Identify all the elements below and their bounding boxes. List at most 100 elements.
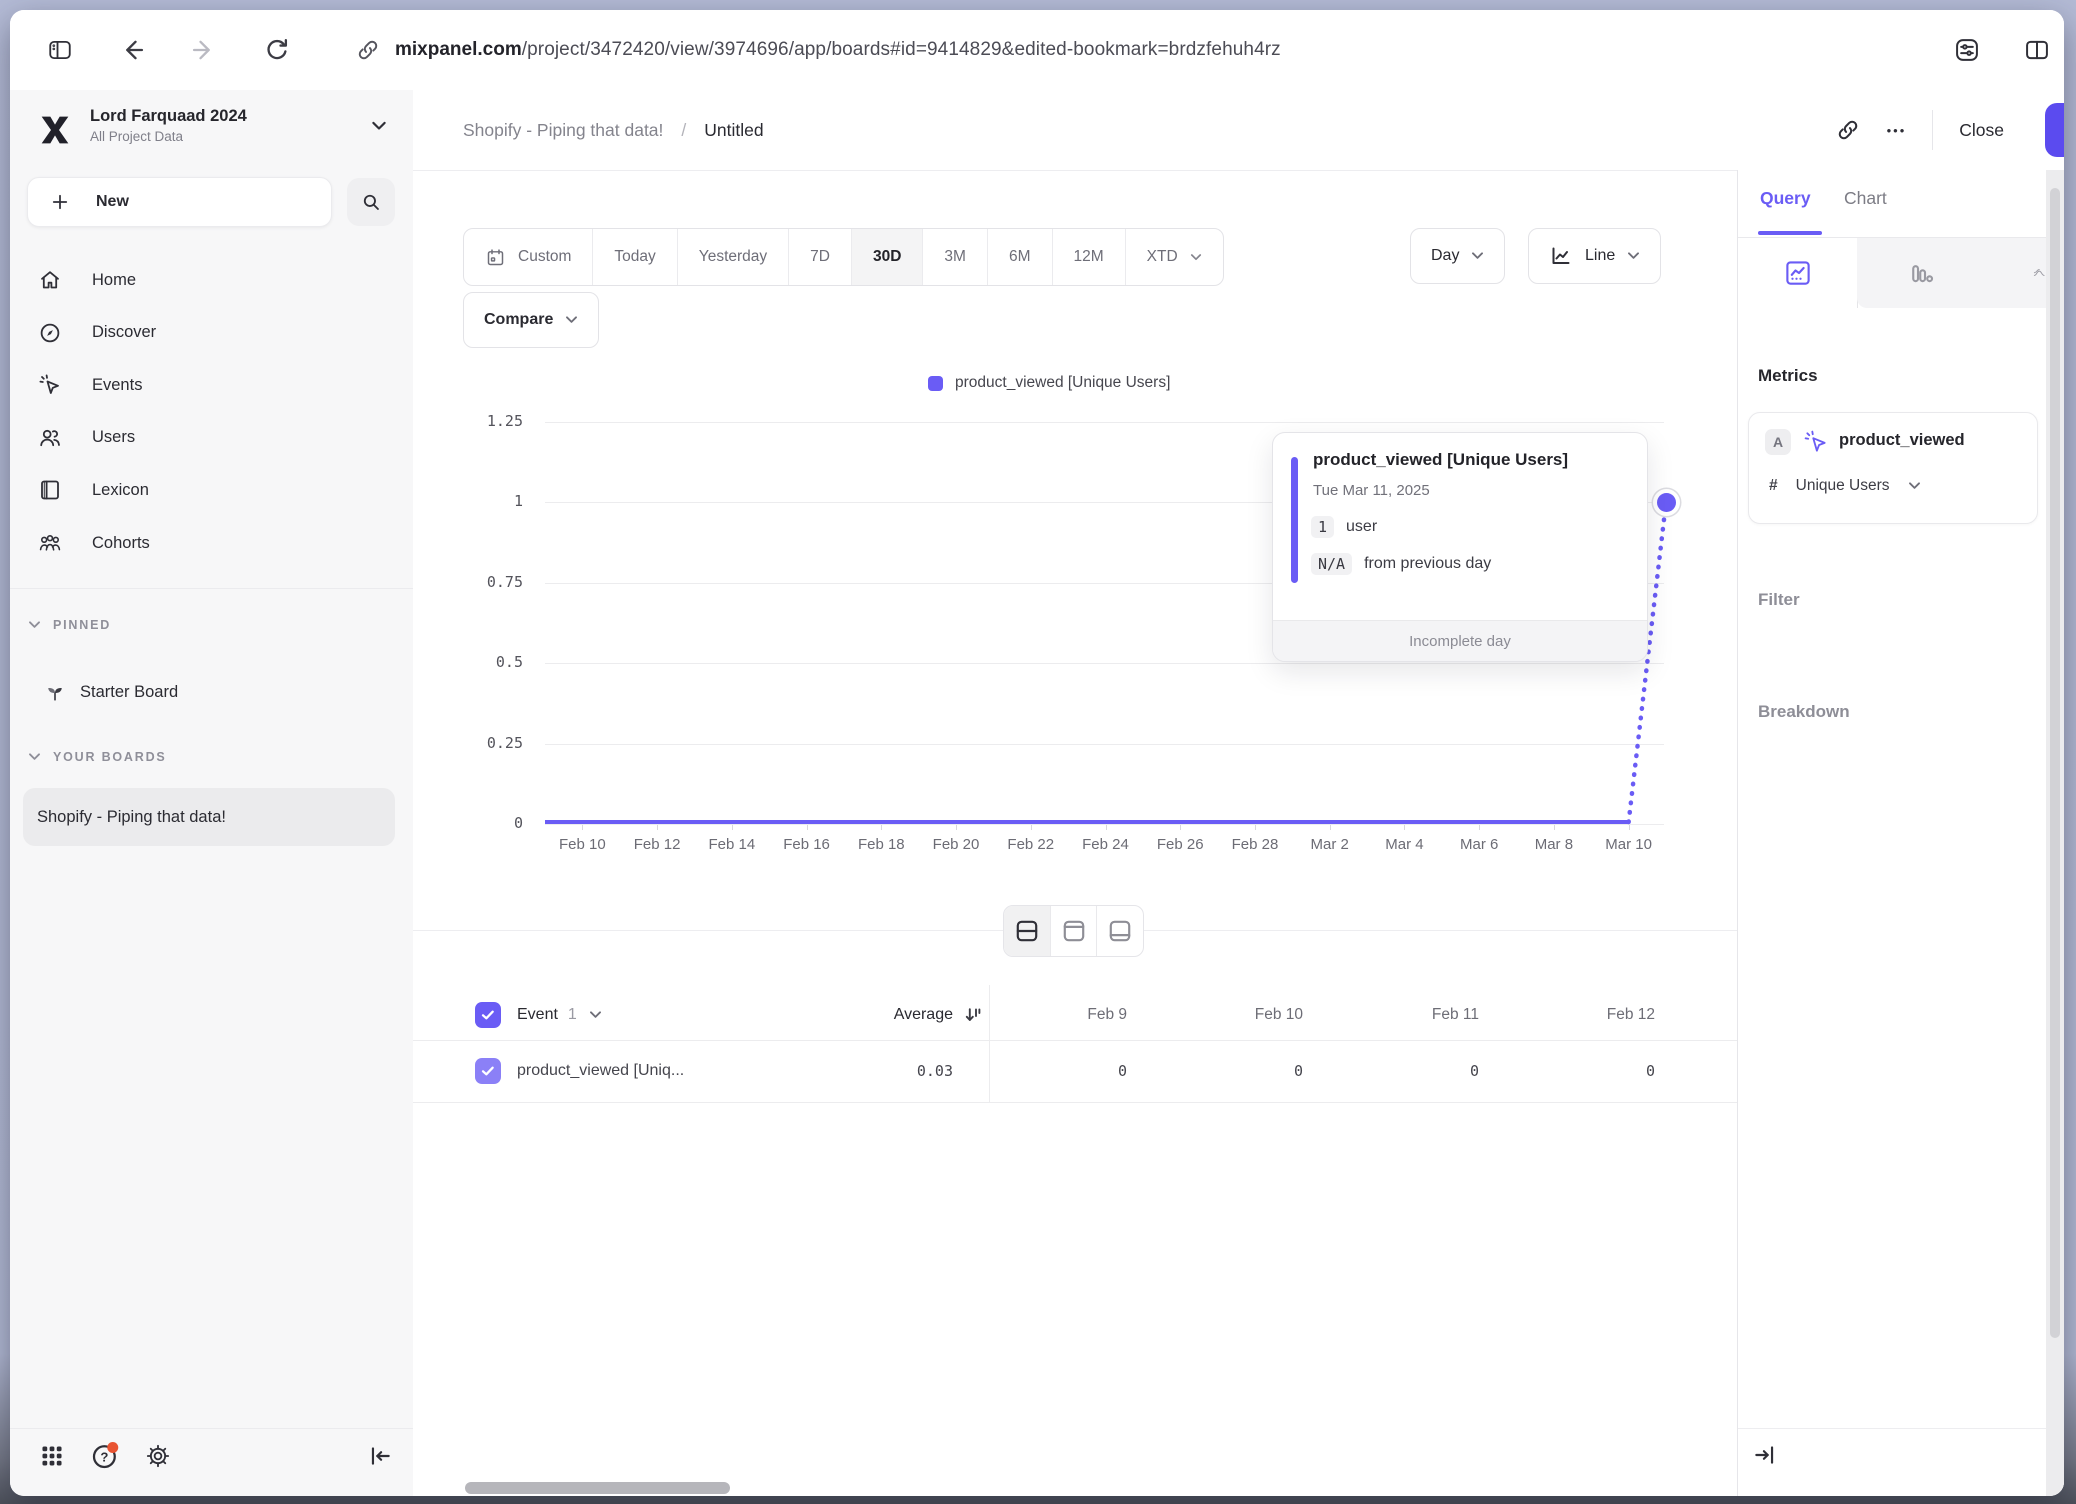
close-button[interactable]: Close	[1959, 120, 2004, 141]
vertical-scrollbar-thumb[interactable]	[2050, 188, 2060, 1338]
granularity-dropdown[interactable]: Day	[1410, 228, 1505, 284]
table-column-header[interactable]: Feb 9	[989, 990, 1165, 1040]
compare-dropdown[interactable]: Compare	[463, 292, 599, 348]
metric-event-name[interactable]: product_viewed	[1839, 431, 1965, 450]
breadcrumb-page[interactable]: Untitled	[704, 120, 763, 141]
workspace-chevron-down-icon[interactable]	[370, 120, 388, 132]
range-custom[interactable]: Custom	[464, 229, 593, 285]
select-all-checkbox[interactable]	[475, 1002, 501, 1028]
sidebar-item-cohorts[interactable]: Cohorts	[20, 518, 403, 568]
tab-chart[interactable]: Chart	[1844, 188, 1887, 209]
your-boards-section-header[interactable]: YOUR BOARDS	[28, 750, 167, 764]
sidebar-item-shopify-board[interactable]: Shopify - Piping that data!	[23, 788, 395, 846]
breadcrumb-board[interactable]: Shopify - Piping that data!	[463, 120, 663, 141]
reload-icon[interactable]	[255, 28, 299, 72]
split-view-icon[interactable]	[2015, 28, 2059, 72]
range-7d[interactable]: 7D	[789, 229, 852, 285]
mixpanel-logo-icon[interactable]	[35, 110, 75, 150]
range-6m[interactable]: 6M	[988, 229, 1053, 285]
chart-legend[interactable]: product_viewed [Unique Users]	[928, 374, 1170, 392]
aggregation-selector[interactable]: # Unique Users	[1769, 477, 1921, 495]
back-icon[interactable]	[110, 28, 154, 72]
range-yesterday[interactable]: Yesterday	[678, 229, 789, 285]
table-cell-value: 0	[1165, 1040, 1341, 1102]
table-row[interactable]: product_viewed [Uniq...	[475, 1040, 684, 1102]
x-axis-tick	[1479, 825, 1480, 830]
range-30d[interactable]: 30D	[852, 229, 923, 285]
breakdown-section-label[interactable]: Breakdown	[1758, 702, 1850, 722]
tooltip-delta: N/A	[1311, 553, 1352, 575]
sidebar-item-discover[interactable]: Discover	[20, 308, 403, 358]
save-button[interactable]	[2045, 103, 2064, 157]
link-icon	[355, 37, 381, 63]
chart-gridline	[545, 744, 1664, 745]
tooltip-delta-row: N/Afrom previous day	[1311, 553, 1491, 575]
tooltip-footer: Incomplete day	[1273, 620, 1647, 661]
more-menu-icon[interactable]: •••	[1887, 123, 1907, 138]
sidebar-item-users[interactable]: Users	[20, 413, 403, 463]
chart-gridline	[545, 663, 1664, 664]
report-type-insights-tab[interactable]	[1738, 238, 1858, 308]
metric-card[interactable]: A product_viewed # Unique Users	[1748, 412, 2038, 524]
forward-icon[interactable]	[182, 28, 226, 72]
range-3m[interactable]: 3M	[923, 229, 988, 285]
report-type-flows-tab[interactable]	[1987, 238, 2046, 308]
sidebar-item-lexicon[interactable]: Lexicon	[20, 465, 403, 515]
view-toggle-split-view[interactable]	[1004, 906, 1051, 956]
x-axis-tick	[582, 825, 583, 830]
sidebar-item-events[interactable]: Events	[20, 360, 403, 410]
gear-icon[interactable]	[140, 1438, 176, 1474]
report-type-funnels-tab[interactable]	[1857, 238, 1988, 308]
sort-descending-icon[interactable]	[961, 1003, 985, 1027]
data-point-mar-11[interactable]	[1657, 493, 1676, 512]
view-toggle-table-top[interactable]	[1051, 906, 1098, 956]
sidebar-item-home[interactable]: Home	[20, 255, 403, 305]
svg-text:?: ?	[100, 1449, 108, 1464]
collapse-sidebar-icon[interactable]	[362, 1438, 398, 1474]
vertical-scrollbar[interactable]	[2046, 170, 2064, 1496]
average-column-header[interactable]: Average	[813, 990, 953, 1040]
app-grid-icon[interactable]	[34, 1438, 70, 1474]
x-axis-tick	[1554, 825, 1555, 830]
range-label: Today	[614, 248, 655, 266]
range-12m[interactable]: 12M	[1053, 229, 1126, 285]
browser-sidebar-toggle-icon[interactable]	[38, 28, 82, 72]
help-icon[interactable]: ?	[87, 1438, 123, 1474]
horizontal-scrollbar-thumb[interactable]	[465, 1482, 730, 1494]
range-today[interactable]: Today	[593, 229, 677, 285]
chart-gridline	[545, 824, 1664, 825]
discover-icon	[38, 321, 62, 345]
filter-section-label[interactable]: Filter	[1758, 590, 1800, 610]
table-column-header[interactable]: Feb 12	[1517, 990, 1693, 1040]
browser-settings-icon[interactable]	[1945, 28, 1989, 72]
query-panel: Query Chart	[1737, 170, 2046, 1496]
copy-link-icon[interactable]	[1835, 117, 1861, 143]
sidebar-item-starter-board[interactable]: Starter Board	[30, 668, 390, 716]
chevron-down-icon[interactable]	[589, 1010, 602, 1020]
table-column-header[interactable]: Feb 10	[1165, 990, 1341, 1040]
row-checkbox[interactable]	[475, 1058, 501, 1084]
x-axis-tick	[1180, 825, 1181, 830]
chevron-down-icon	[28, 752, 41, 762]
chart-type-dropdown[interactable]: Line	[1528, 228, 1661, 284]
table-column-header[interactable]: Feb 11	[1341, 990, 1517, 1040]
row-event-name: product_viewed [Uniq...	[517, 1062, 684, 1080]
tab-query[interactable]: Query	[1760, 188, 1811, 209]
breadcrumb: Shopify - Piping that data! / Untitled	[463, 90, 764, 170]
pinned-section-header[interactable]: PINNED	[28, 618, 111, 632]
new-button[interactable]: New	[27, 177, 332, 227]
search-button[interactable]	[347, 178, 395, 226]
event-column-header[interactable]: Event	[517, 1006, 558, 1024]
sidebar-item-label: Users	[92, 428, 135, 447]
sidebar-item-label: Home	[92, 271, 136, 290]
collapse-panel-icon[interactable]	[1752, 1442, 1778, 1468]
main-zone: Shopify - Piping that data! / Untitled •…	[413, 90, 2064, 1496]
report-type-strip	[1738, 238, 2046, 308]
x-axis-tick	[1255, 825, 1256, 830]
view-toggle-table-bottom[interactable]	[1097, 906, 1143, 956]
x-axis-tick	[1106, 825, 1107, 830]
x-axis-tick	[1330, 825, 1331, 830]
workspace-switcher[interactable]: Lord Farquaad 2024 All Project Data	[90, 107, 247, 144]
range-xtd[interactable]: XTD	[1126, 229, 1223, 285]
url-bar[interactable]: mixpanel.com/project/3472420/view/397469…	[355, 10, 1281, 90]
